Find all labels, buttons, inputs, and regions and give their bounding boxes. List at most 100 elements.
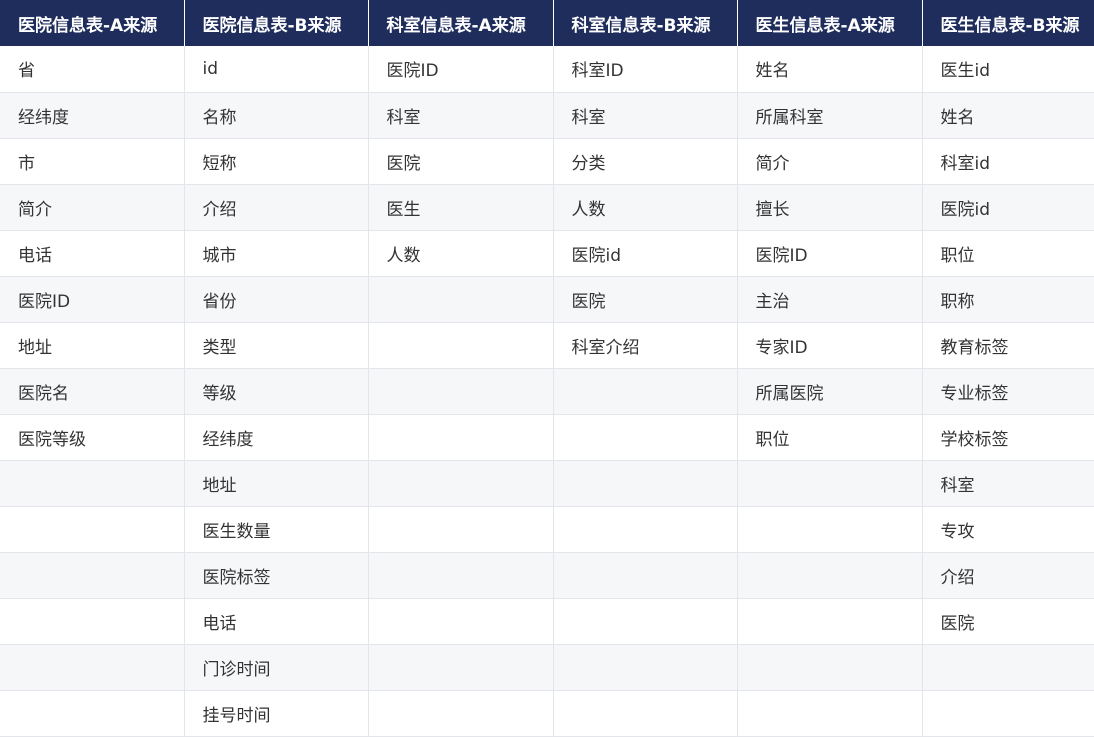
cell-doctor-a [737, 644, 923, 691]
cell-doctor-a: 医院ID [737, 230, 923, 277]
cell-hospital-b: 地址 [184, 460, 369, 507]
cell-department-a [368, 598, 554, 645]
cell-hospital-a: 医院ID [0, 276, 185, 323]
cell-department-b [553, 368, 738, 415]
table-row: 医生数量 专攻 [0, 506, 1094, 553]
cell-hospital-a [0, 690, 185, 737]
cell-department-b [553, 552, 738, 599]
cell-department-b [553, 414, 738, 461]
table-row: 医院等级 经纬度 职位 学校标签 [0, 414, 1094, 461]
cell-doctor-b: 职称 [922, 276, 1094, 323]
cell-department-b: 科室 [553, 92, 738, 139]
header-department-b: 科室信息表-B来源 [553, 0, 738, 46]
cell-department-a: 医生 [368, 184, 554, 231]
header-department-a: 科室信息表-A来源 [368, 0, 554, 46]
table-body: 省 id 医院ID 科室ID 姓名 医生id 经纬度 名称 科室 科室 所属科室 姓名市短称 医院 分类简… [0, 46, 1094, 737]
cell-hospital-a: 省 [0, 46, 185, 93]
cell-hospital-b: id [184, 46, 369, 93]
cell-doctor-b: 介绍 [922, 552, 1094, 599]
cell-doctor-a: 所属医院 [737, 368, 923, 415]
table-row: 医院名 等级 所属医院 专业标签 [0, 368, 1094, 415]
table-row: 门诊时间 [0, 644, 1094, 691]
cell-doctor-b: 专攻 [922, 506, 1094, 553]
cell-doctor-a: 主治 [737, 276, 923, 323]
cell-hospital-b: 医院标签 [184, 552, 369, 599]
cell-department-a [368, 644, 554, 691]
cell-hospital-a: 电话 [0, 230, 185, 277]
cell-doctor-b [922, 690, 1094, 737]
source-field-table: 医院信息表-A来源 医院信息表-B来源 科室信息表-A来源 科室信息表-B来源 … [0, 0, 1094, 737]
cell-department-a: 科室 [368, 92, 554, 139]
cell-department-a [368, 368, 554, 415]
cell-department-b [553, 506, 738, 553]
cell-hospital-b: 城市 [184, 230, 369, 277]
cell-hospital-b: 短称 [184, 138, 369, 185]
cell-department-b: 医院 [553, 276, 738, 323]
cell-department-a: 人数 [368, 230, 554, 277]
cell-doctor-a [737, 506, 923, 553]
cell-department-a [368, 276, 554, 323]
cell-hospital-a: 经纬度 [0, 92, 185, 139]
cell-hospital-b: 医生数量 [184, 506, 369, 553]
table-row: 省 id 医院ID 科室ID 姓名 医生id [0, 46, 1094, 93]
cell-doctor-a: 姓名 [737, 46, 923, 93]
cell-hospital-a: 市 [0, 138, 185, 185]
cell-doctor-a [737, 552, 923, 599]
cell-hospital-b: 电话 [184, 598, 369, 645]
header-doctor-b: 医生信息表-B来源 [922, 0, 1094, 46]
cell-hospital-b: 经纬度 [184, 414, 369, 461]
cell-doctor-b: 科室id [922, 138, 1094, 185]
cell-doctor-b [922, 644, 1094, 691]
cell-doctor-b: 医院id [922, 184, 1094, 231]
header-hospital-b: 医院信息表-B来源 [184, 0, 369, 46]
cell-doctor-b: 医院 [922, 598, 1094, 645]
table-row: 医院ID 省份 医院 主治 职称 [0, 276, 1094, 323]
cell-hospital-b: 省份 [184, 276, 369, 323]
table-row: 市短称 医院 分类 简介 科室id [0, 138, 1094, 185]
cell-hospital-b: 挂号时间 [184, 690, 369, 737]
cell-department-a [368, 552, 554, 599]
table-row: 地址 类型 科室介绍 专家ID 教育标签 [0, 322, 1094, 369]
cell-doctor-b: 学校标签 [922, 414, 1094, 461]
cell-hospital-a [0, 644, 185, 691]
cell-hospital-b: 名称 [184, 92, 369, 139]
table-row: 挂号时间 [0, 690, 1094, 737]
table-row: 电话 医院 [0, 598, 1094, 645]
cell-department-b: 分类 [553, 138, 738, 185]
cell-hospital-b: 门诊时间 [184, 644, 369, 691]
cell-doctor-a: 专家ID [737, 322, 923, 369]
cell-doctor-a: 简介 [737, 138, 923, 185]
cell-hospital-a [0, 506, 185, 553]
cell-department-b: 科室ID [553, 46, 738, 93]
cell-hospital-a: 地址 [0, 322, 185, 369]
header-row: 医院信息表-A来源 医院信息表-B来源 科室信息表-A来源 科室信息表-B来源 … [0, 0, 1094, 46]
cell-department-b [553, 644, 738, 691]
cell-doctor-b: 科室 [922, 460, 1094, 507]
cell-hospital-a [0, 552, 185, 599]
cell-doctor-b: 医生id [922, 46, 1094, 93]
cell-department-b: 科室介绍 [553, 322, 738, 369]
cell-doctor-a: 擅长 [737, 184, 923, 231]
table-row: 电话 城市 人数 医院id 医院ID 职位 [0, 230, 1094, 277]
cell-doctor-b: 职位 [922, 230, 1094, 277]
header-hospital-a: 医院信息表-A来源 [0, 0, 185, 46]
table-row: 地址 科室 [0, 460, 1094, 507]
cell-doctor-b: 教育标签 [922, 322, 1094, 369]
cell-department-a: 医院 [368, 138, 554, 185]
cell-department-b [553, 460, 738, 507]
cell-doctor-b: 专业标签 [922, 368, 1094, 415]
cell-hospital-a [0, 460, 185, 507]
cell-department-a [368, 690, 554, 737]
table-row: 经纬度 名称 科室 科室 所属科室 姓名 [0, 92, 1094, 139]
cell-department-a: 医院ID [368, 46, 554, 93]
cell-doctor-a [737, 598, 923, 645]
cell-hospital-a: 医院等级 [0, 414, 185, 461]
cell-department-b: 人数 [553, 184, 738, 231]
cell-department-a [368, 460, 554, 507]
header-doctor-a: 医生信息表-A来源 [737, 0, 923, 46]
table-row: 医院标签 介绍 [0, 552, 1094, 599]
cell-hospital-b: 等级 [184, 368, 369, 415]
cell-hospital-b: 类型 [184, 322, 369, 369]
cell-doctor-a [737, 460, 923, 507]
cell-doctor-a: 职位 [737, 414, 923, 461]
